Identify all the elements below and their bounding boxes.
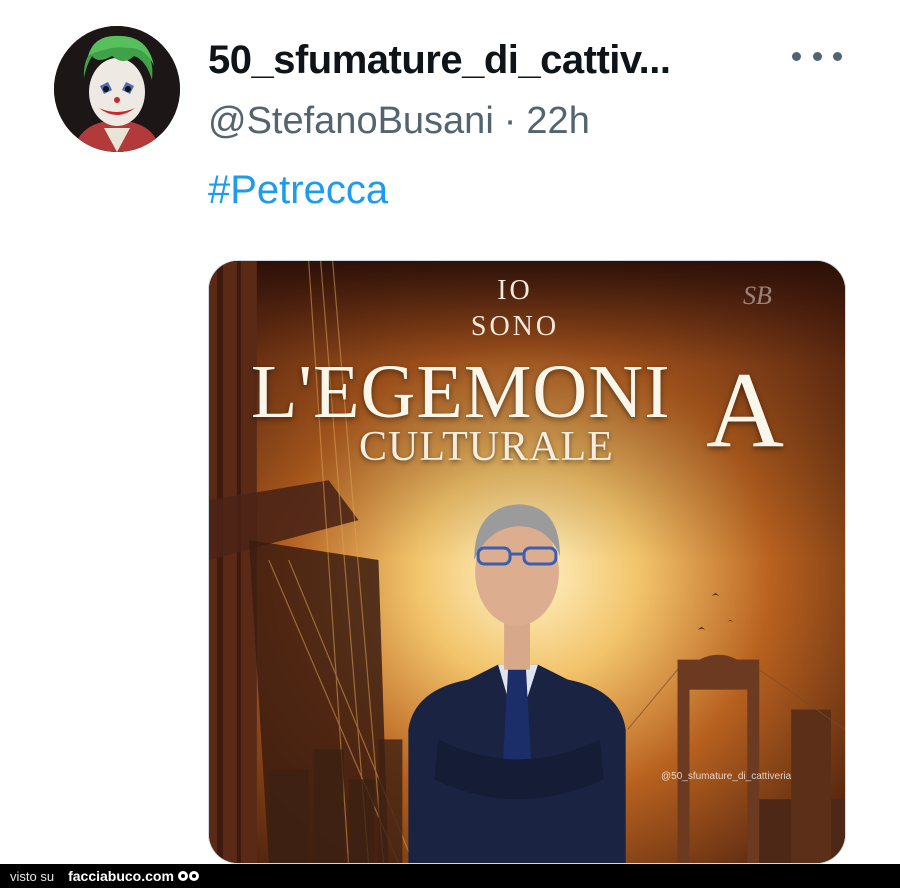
display-name[interactable]: 50_sfumature_di_cattiv...: [208, 38, 671, 83]
tweet-media-image[interactable]: IO SONO L'EGEMONI A CULTURALE SB @50_sfu…: [208, 260, 846, 864]
eyes-logo-icon: [177, 871, 199, 881]
handle[interactable]: @StefanoBusani: [208, 100, 494, 142]
tweet-meta: @StefanoBusani · 22h: [208, 100, 590, 143]
more-dot: [812, 51, 822, 61]
more-options-icon[interactable]: [792, 46, 842, 66]
more-dot: [792, 51, 801, 61]
timestamp[interactable]: 22h: [526, 100, 589, 142]
avatar[interactable]: [54, 26, 180, 152]
hashtag-link[interactable]: #Petrecca: [208, 168, 388, 213]
footer-site-link[interactable]: facciabuco.com: [68, 868, 174, 884]
footer-prefix: visto su: [10, 868, 55, 884]
site-footer-bar: visto su facciabuco.com: [0, 864, 900, 888]
more-dot: [833, 51, 842, 61]
poster-background: [209, 261, 845, 863]
meta-separator: ·: [503, 100, 517, 142]
joker-avatar-icon: [54, 26, 180, 152]
